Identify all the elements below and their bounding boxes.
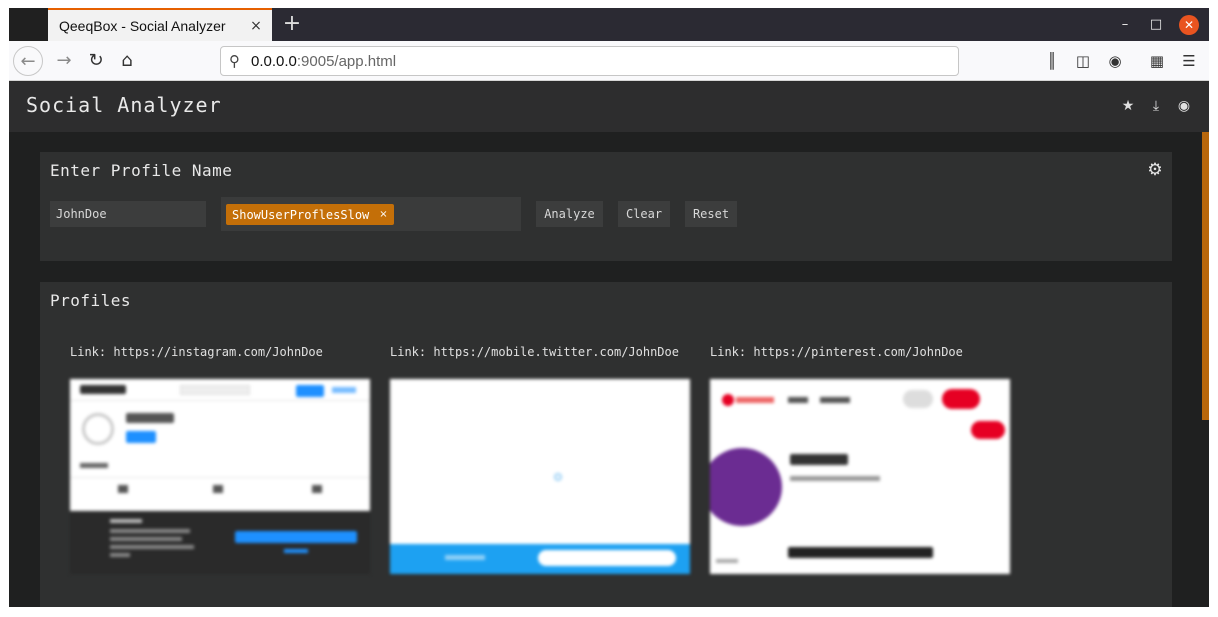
profile-name-input[interactable]: JohnDoe [50,201,206,227]
option-tag-label: ShowUserProflesSlow [232,207,370,222]
new-tab-icon[interactable]: + [281,13,303,35]
url-bar[interactable]: ⚲ 0.0.0.0:9005/app.html [220,46,959,76]
profile-link[interactable]: Link: https://instagram.com/JohnDoe [70,345,370,359]
reload-icon[interactable]: ↻ [81,46,111,76]
tab-close-icon[interactable]: × [248,18,264,34]
star-icon[interactable]: ★ [1119,97,1137,115]
download-icon[interactable]: ⤓ [1147,97,1165,115]
app-header: Social Analyzer ★ ⤓ ◉ [9,82,1209,132]
forward-icon[interactable]: → [49,46,79,76]
tag-remove-icon[interactable]: × [379,209,387,220]
sidebar-icon[interactable]: ◫ [1073,51,1093,71]
tab-title: QeeqBox - Social Analyzer [59,17,226,34]
gear-icon[interactable]: ⚙ [1146,161,1164,179]
app-title: Social Analyzer [26,93,222,117]
browser-window: QeeqBox - Social Analyzer × + – □ ✕ ← → … [9,8,1209,607]
account-icon[interactable]: ◉ [1105,51,1125,71]
clear-button[interactable]: Clear [618,201,670,227]
home-icon[interactable]: ⌂ [112,46,142,76]
profile-link[interactable]: Link: https://pinterest.com/JohnDoe [710,345,1010,359]
analyze-button[interactable]: Analyze [536,201,603,227]
window-close-icon[interactable]: ✕ [1179,15,1199,35]
scrollbar-thumb[interactable] [1202,132,1209,420]
profile-screenshot [390,379,690,574]
app-root: Social Analyzer ★ ⤓ ◉ Enter Profile Name… [9,82,1209,607]
tab-bar-start [9,8,48,41]
options-tag-input[interactable]: ShowUserProflesSlow × [221,197,521,231]
url-host: 0.0.0.0 [251,52,297,70]
profile-search-panel: Enter Profile Name ⚙ JohnDoe ShowUserPro… [40,152,1172,261]
profile-card-pinterest: Link: https://pinterest.com/JohnDoe [710,345,1010,574]
minimize-icon[interactable]: – [1115,15,1135,35]
navigation-bar: ← → ↻ ⌂ ⚲ 0.0.0.0:9005/app.html ║ ◫ ◉ ▦ … [9,41,1209,81]
panel-title: Enter Profile Name [50,161,233,180]
extensions-icon[interactable]: ▦ [1147,51,1167,71]
option-tag[interactable]: ShowUserProflesSlow × [226,204,394,225]
panel-title: Profiles [50,291,132,310]
url-text: 0.0.0.0:9005/app.html [251,53,396,70]
profiles-panel: Profiles Link: https://instagram.com/Joh… [40,282,1172,607]
profile-card-instagram: Link: https://instagram.com/JohnDoe [70,345,370,574]
tab-bar: QeeqBox - Social Analyzer × + – □ ✕ [9,8,1209,41]
search-icon: ⚲ [229,52,240,70]
profile-screenshot [710,379,1010,574]
menu-icon[interactable]: ☰ [1179,51,1199,71]
browser-tab[interactable]: QeeqBox - Social Analyzer × [48,8,272,41]
maximize-icon[interactable]: □ [1146,15,1166,35]
eye-icon[interactable]: ◉ [1175,97,1193,115]
url-path: :9005/app.html [296,52,397,70]
library-icon[interactable]: ║ [1042,51,1062,71]
profile-screenshot [70,379,370,574]
profile-link[interactable]: Link: https://mobile.twitter.com/JohnDoe [390,345,690,359]
reset-button[interactable]: Reset [685,201,737,227]
profile-card-twitter: Link: https://mobile.twitter.com/JohnDoe [390,345,690,574]
back-icon[interactable]: ← [13,46,43,76]
